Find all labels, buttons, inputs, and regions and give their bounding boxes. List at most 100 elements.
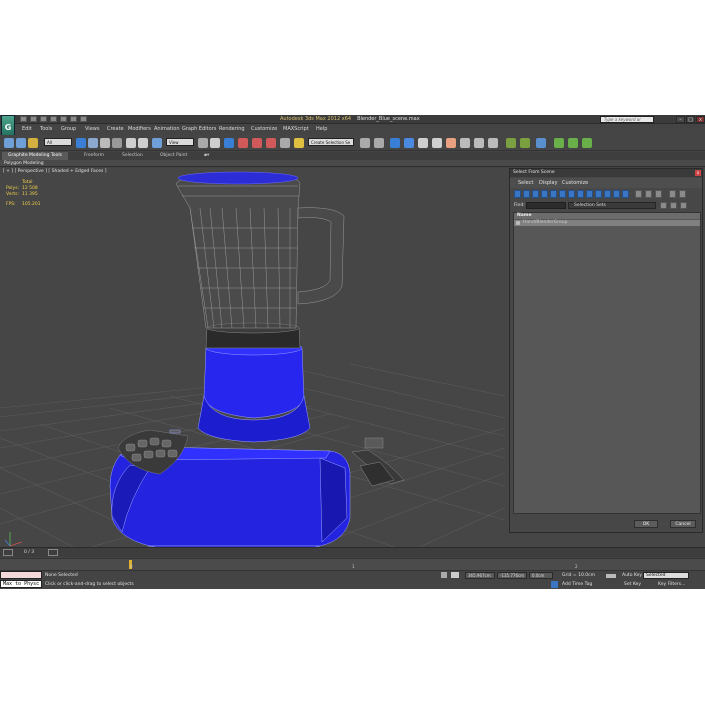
- select-by-name-icon[interactable]: [88, 138, 98, 148]
- spinner-snap-icon[interactable]: [280, 138, 290, 148]
- key-mode-select[interactable]: Selected: [643, 572, 689, 579]
- close-window-icon[interactable]: x: [696, 116, 705, 123]
- menu-animation[interactable]: Animation: [154, 125, 180, 134]
- align-icon[interactable]: [374, 138, 384, 148]
- x-coordinate-field[interactable]: 365.967cm: [465, 572, 495, 579]
- new-file-icon[interactable]: [20, 116, 27, 122]
- curve-editor-icon[interactable]: [418, 138, 428, 148]
- named-selection-sets-select[interactable]: Create Selection Se: [308, 138, 354, 146]
- select-object-icon[interactable]: [76, 138, 86, 148]
- display-geometry-icon[interactable]: [514, 190, 521, 198]
- menu-views[interactable]: Views: [85, 125, 99, 134]
- menu-create[interactable]: Create: [107, 125, 124, 134]
- unlink-icon[interactable]: [16, 138, 26, 148]
- menu-modifiers[interactable]: Modifiers: [128, 125, 151, 134]
- viewport-label[interactable]: [ + ] [ Perspective ] [ Shaded + Edged F…: [3, 168, 107, 175]
- display-containers-icon[interactable]: [595, 190, 602, 198]
- time-slider[interactable]: 0 / 3: [0, 547, 705, 557]
- render-setup-icon[interactable]: [460, 138, 470, 148]
- dialog-menu-select[interactable]: Select: [518, 178, 533, 188]
- menu-customize[interactable]: Customize: [251, 125, 277, 134]
- menu-edit[interactable]: Edit: [22, 125, 32, 134]
- z-coordinate-field[interactable]: 0.0cm: [529, 572, 553, 579]
- menu-maxscript[interactable]: MAXScript: [283, 125, 309, 134]
- display-hidden-icon[interactable]: [613, 190, 620, 198]
- display-bones-icon[interactable]: [586, 190, 593, 198]
- pivot-center-icon[interactable]: [198, 138, 208, 148]
- y-coordinate-field[interactable]: -135.776cm: [497, 572, 527, 579]
- display-frozen-icon[interactable]: [604, 190, 611, 198]
- render-icon-a[interactable]: [554, 138, 564, 148]
- tab-freeform[interactable]: Freeform: [78, 152, 110, 160]
- time-configuration-icon[interactable]: [3, 549, 13, 556]
- window-crossing-icon[interactable]: [112, 138, 122, 148]
- polygon-modeling-panel[interactable]: Polygon Modeling: [4, 160, 44, 167]
- list-item[interactable]: Hand/BlenderGroup: [514, 220, 700, 226]
- display-shapes-icon[interactable]: [523, 190, 530, 198]
- ribbon-options-icon[interactable]: ▪▾: [198, 152, 215, 160]
- display-space-warps-icon[interactable]: [559, 190, 566, 198]
- display-xrefs-icon[interactable]: [577, 190, 584, 198]
- select-all-icon[interactable]: [655, 190, 662, 198]
- display-groups-icon[interactable]: [568, 190, 575, 198]
- auto-key-button[interactable]: Auto Key: [622, 572, 642, 580]
- save-file-icon[interactable]: [40, 116, 47, 122]
- tab-object-paint[interactable]: Object Paint: [154, 152, 193, 160]
- cancel-button[interactable]: Cancel: [670, 520, 696, 528]
- display-invert-icon[interactable]: [645, 190, 652, 198]
- rectangle-selection-icon[interactable]: [100, 138, 110, 148]
- layer-manager-icon[interactable]: [390, 138, 400, 148]
- selection-lock-icon[interactable]: [441, 572, 447, 578]
- render-production-icon[interactable]: [488, 138, 498, 148]
- material-editor-icon[interactable]: [446, 138, 456, 148]
- snaps-toggle-icon[interactable]: [238, 138, 248, 148]
- minimize-icon[interactable]: –: [676, 116, 685, 123]
- sync-selection-icon[interactable]: [679, 190, 686, 198]
- find-input[interactable]: [526, 202, 566, 209]
- mirror-icon[interactable]: [360, 138, 370, 148]
- angle-snap-icon[interactable]: [252, 138, 262, 148]
- ok-button[interactable]: OK: [634, 520, 658, 528]
- add-time-tag[interactable]: Add Time Tag: [562, 581, 592, 589]
- manipulate-icon[interactable]: [210, 138, 220, 148]
- undo-icon[interactable]: [50, 116, 57, 122]
- dialog-menu-display[interactable]: Display: [539, 178, 557, 188]
- scale-icon[interactable]: [152, 138, 162, 148]
- tab-graphite-modeling-tools[interactable]: Graphite Modeling Tools: [2, 152, 69, 160]
- tab-selection[interactable]: Selection: [116, 152, 149, 160]
- find-options-icon[interactable]: [670, 202, 677, 209]
- link-icon[interactable]: [4, 138, 14, 148]
- display-helpers-icon[interactable]: [550, 190, 557, 198]
- graphite-toggle-icon[interactable]: [404, 138, 414, 148]
- container-icon[interactable]: [506, 138, 516, 148]
- display-all-icon[interactable]: [622, 190, 629, 198]
- display-lights-icon[interactable]: [532, 190, 539, 198]
- selection-sets-select[interactable]: Selection Sets: [568, 202, 656, 209]
- open-file-icon[interactable]: [30, 116, 37, 122]
- time-slider-frame[interactable]: 0 / 3: [24, 548, 34, 557]
- scene-states-icon[interactable]: [536, 138, 546, 148]
- bind-space-warp-icon[interactable]: [28, 138, 38, 148]
- display-cameras-icon[interactable]: [541, 190, 548, 198]
- schematic-view-icon[interactable]: [432, 138, 442, 148]
- maxscript-listener-input[interactable]: [0, 571, 42, 579]
- redo-icon[interactable]: [60, 116, 67, 122]
- dialog-title[interactable]: Select From Scene: [510, 169, 702, 177]
- menu-tools[interactable]: Tools: [40, 125, 52, 134]
- key-icon[interactable]: [606, 574, 616, 578]
- scene-object-list[interactable]: Name Hand/BlenderGroup: [513, 212, 701, 514]
- render-icon-b[interactable]: [568, 138, 578, 148]
- move-icon[interactable]: [126, 138, 136, 148]
- container-edit-icon[interactable]: [520, 138, 530, 148]
- dialog-close-icon[interactable]: x: [695, 170, 701, 176]
- render-icon-c[interactable]: [582, 138, 592, 148]
- column-header-name[interactable]: Name: [514, 213, 700, 219]
- maxscript-output[interactable]: Max to Physc: [0, 580, 42, 588]
- search-input[interactable]: Type a keyword or phrase: [600, 116, 654, 128]
- menu-rendering[interactable]: Rendering: [219, 125, 245, 134]
- set-key-button[interactable]: Set Key: [624, 581, 641, 589]
- next-frame-icon[interactable]: [48, 549, 58, 556]
- time-tag-icon[interactable]: [551, 581, 558, 588]
- quick-access-dropdown-icon[interactable]: [80, 116, 87, 122]
- reference-coordinate-select[interactable]: View: [166, 138, 194, 146]
